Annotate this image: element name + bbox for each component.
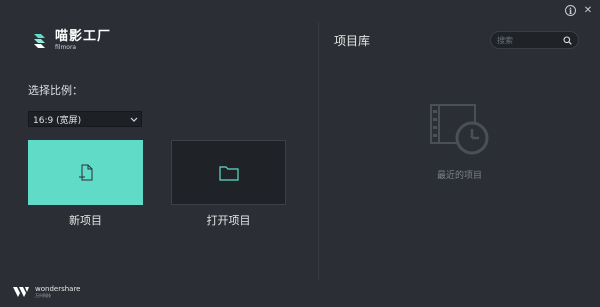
ratio-label: 选择比例： — [28, 84, 83, 97]
new-project-button[interactable] — [28, 140, 143, 205]
library-title: 项目库 — [334, 34, 371, 48]
new-project-label: 新项目 — [69, 214, 102, 227]
logo-text: 喵影工厂 filmora — [55, 30, 111, 51]
brand-name: wondershare — [35, 285, 81, 293]
brand-name-cn: 万兴科技 — [35, 293, 51, 298]
wondershare-logo-icon — [13, 286, 29, 297]
logo-title: 喵影工厂 — [55, 29, 112, 44]
ratio-selected-value: 16:9 (宽屏) — [33, 115, 82, 126]
search-icon[interactable] — [563, 35, 572, 45]
library-search[interactable] — [490, 31, 579, 49]
project-library-panel: 项目库 最近的项目 — [319, 0, 600, 307]
open-project-button[interactable] — [171, 140, 286, 205]
folder-icon — [218, 165, 239, 181]
wondershare-brand: wondershare 万兴科技 — [13, 285, 80, 298]
app-logo: 喵影工厂 filmora — [32, 30, 111, 51]
chevron-down-icon — [127, 117, 141, 122]
empty-state-text: 最近的项目 — [436, 171, 482, 181]
brand-text: wondershare 万兴科技 — [35, 285, 80, 298]
recent-projects-empty-icon — [428, 102, 490, 164]
new-file-icon — [78, 164, 92, 180]
filmora-logo-icon — [32, 32, 50, 50]
logo-subtitle: filmora — [55, 44, 77, 51]
start-panel: 喵影工厂 filmora 选择比例： 16:9 (宽屏) 新项目 打开项目 wo… — [0, 0, 318, 307]
aspect-ratio-dropdown[interactable]: 16:9 (宽屏) — [28, 111, 142, 127]
open-project-label: 打开项目 — [206, 214, 251, 227]
search-input[interactable] — [497, 35, 559, 45]
